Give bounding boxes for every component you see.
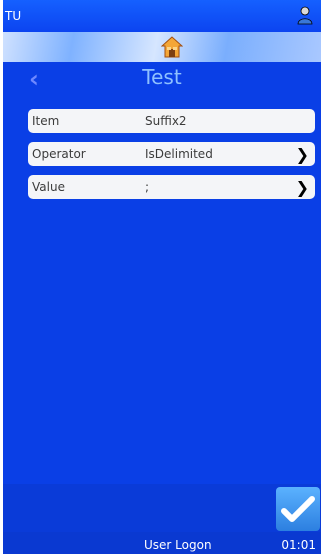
device-name: TU — [5, 9, 22, 23]
row-label: Item — [32, 114, 60, 128]
row-item[interactable]: Item Suffix2 — [28, 109, 315, 133]
clock: 01:01 — [281, 538, 316, 552]
chevron-right-icon[interactable]: ❯ — [296, 145, 309, 164]
user-icon[interactable] — [295, 5, 315, 25]
row-operator[interactable]: Operator IsDelimited ❯ — [28, 142, 315, 166]
row-label: Operator — [32, 147, 86, 161]
status-bar: TU — [3, 0, 321, 32]
row-value[interactable]: Value ; ❯ — [28, 175, 315, 199]
confirm-button[interactable] — [276, 487, 320, 531]
checkmark-icon — [281, 496, 315, 522]
row-value: IsDelimited — [145, 147, 213, 161]
title-row: ‹ Test — [3, 62, 321, 96]
chevron-right-icon[interactable]: ❯ — [296, 178, 309, 197]
row-label: Value — [32, 180, 65, 194]
field-list: Item Suffix2 Operator IsDelimited ❯ Valu… — [28, 109, 315, 208]
row-value: Suffix2 — [145, 114, 187, 128]
bottom-band — [3, 484, 321, 532]
nav-bar — [3, 32, 321, 62]
user-logon-status: User Logon — [144, 538, 212, 552]
page-title: Test — [142, 65, 182, 89]
row-value: ; — [145, 180, 150, 194]
home-icon[interactable] — [161, 36, 183, 58]
